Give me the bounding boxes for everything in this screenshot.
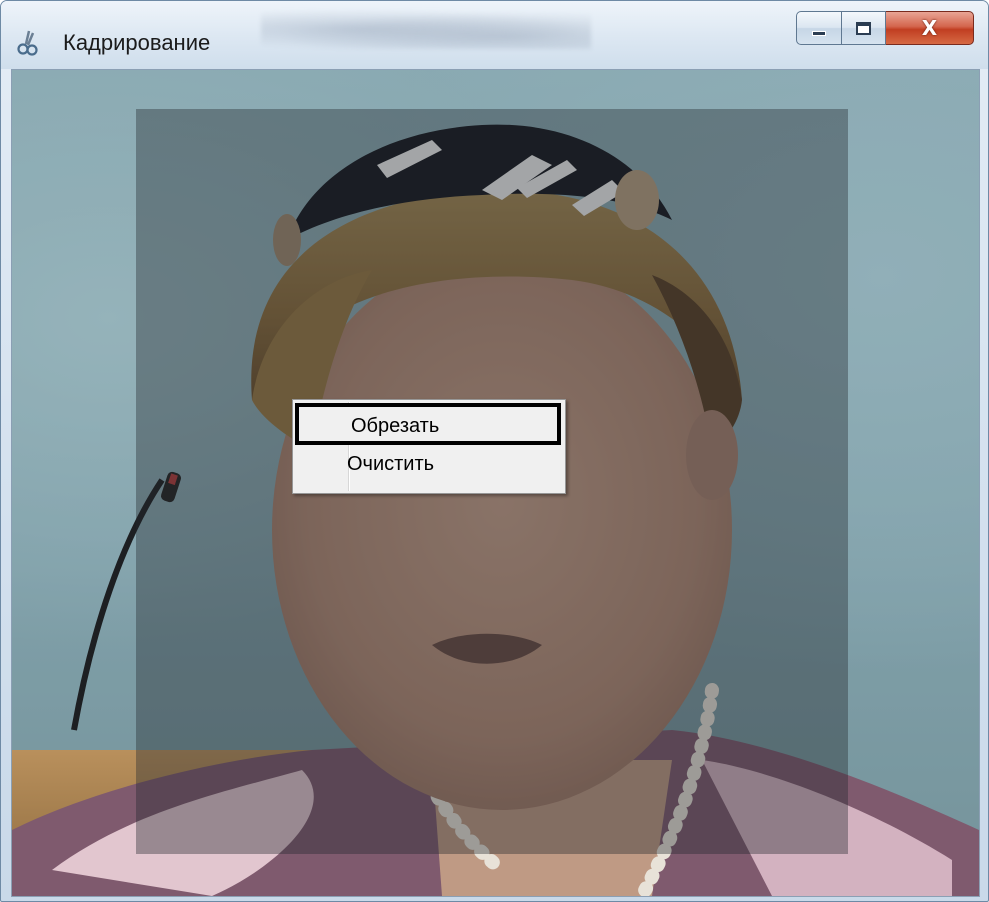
minimize-button[interactable] xyxy=(796,11,842,45)
caption-buttons: X xyxy=(796,11,974,45)
maximize-button[interactable] xyxy=(842,11,886,45)
scissors-icon xyxy=(17,30,38,56)
crop-window: Кадрирование X Обрезать Очистить xyxy=(0,0,989,902)
title-bar[interactable]: Кадрирование X xyxy=(1,1,988,69)
menu-item-clear[interactable]: Очистить xyxy=(295,445,561,487)
minimize-icon xyxy=(812,30,826,36)
close-button[interactable]: X xyxy=(886,11,974,45)
image-canvas[interactable]: Обрезать Очистить xyxy=(11,69,980,897)
context-menu: Обрезать Очистить xyxy=(292,399,566,494)
menu-item-crop[interactable]: Обрезать xyxy=(295,403,561,445)
title-bar-blur xyxy=(261,9,591,49)
window-title: Кадрирование xyxy=(63,30,211,55)
maximize-icon xyxy=(856,21,871,35)
close-icon: X xyxy=(921,16,938,40)
